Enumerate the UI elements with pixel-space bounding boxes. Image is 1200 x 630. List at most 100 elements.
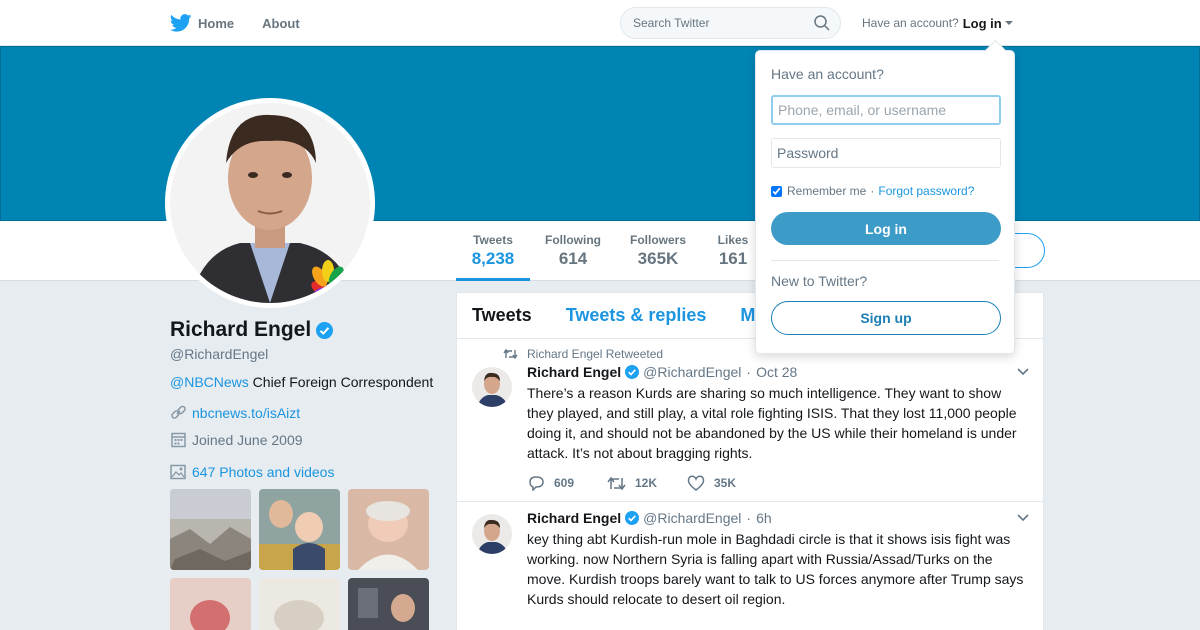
profile-name-row: Richard Engel [170, 318, 440, 342]
password-field[interactable] [771, 138, 1001, 168]
retweet-button[interactable]: 12K [607, 475, 687, 491]
stat-likes[interactable]: Likes 161 [710, 221, 756, 281]
reply-button[interactable]: 609 [527, 475, 607, 491]
stat-value: 8,238 [471, 249, 515, 268]
profile-avatar[interactable] [165, 98, 375, 308]
profile-bio: @NBCNews Chief Foreign Correspondent [170, 372, 440, 392]
profile-joined-row: Joined June 2009 [170, 431, 440, 448]
login-button[interactable]: Log in [771, 212, 1001, 245]
joined-date: Joined June 2009 [192, 431, 303, 448]
stat-value: 365K [637, 249, 679, 268]
avatar-image [170, 103, 370, 303]
photos-videos-link[interactable]: 647 Photos and videos [170, 464, 440, 480]
verified-badge-icon [316, 321, 334, 339]
retweet-icon [503, 348, 518, 360]
top-navigation-bar: Home About Have an account? Log in [0, 0, 1200, 46]
media-thumbnail[interactable] [259, 489, 340, 570]
tweet-actions: 609 12K 35K [527, 475, 1025, 491]
remember-me-label: Remember me [787, 184, 867, 198]
stat-label: Tweets [473, 233, 513, 247]
tweet-author-name[interactable]: Richard Engel [527, 364, 621, 380]
media-thumbnail[interactable] [170, 578, 251, 630]
chevron-down-icon[interactable] [1017, 368, 1029, 376]
tweet-timestamp[interactable]: Oct 28 [756, 364, 797, 380]
media-thumbnail[interactable] [348, 489, 429, 570]
media-thumbnail[interactable] [348, 578, 429, 630]
signup-button[interactable]: Sign up [771, 301, 1001, 335]
username-field[interactable] [771, 95, 1001, 125]
verified-badge-icon [625, 511, 640, 525]
profile-url-link[interactable]: nbcnews.to/isAizt [192, 405, 300, 421]
profile-name: Richard Engel [170, 318, 312, 341]
stat-followers[interactable]: Followers 365K [622, 221, 694, 281]
tweet-timestamp[interactable]: 6h [756, 510, 772, 526]
separator-dot: · [870, 184, 875, 198]
tweet-header: Richard Engel @RichardEngel · Oct 28 [527, 364, 1029, 380]
tweet-author-handle[interactable]: @RichardEngel [643, 510, 741, 526]
stat-following[interactable]: Following 614 [537, 221, 609, 281]
tab-tweets[interactable]: Tweets [472, 305, 532, 326]
nav-left: Home About [170, 0, 328, 46]
twitter-bird-icon [170, 14, 192, 32]
stat-label: Likes [717, 233, 749, 247]
login-dropdown-toggle[interactable]: Log in [963, 16, 1013, 31]
remember-me-checkbox[interactable] [771, 185, 782, 197]
new-to-twitter-text: New to Twitter? [771, 273, 868, 289]
stat-label: Followers [629, 233, 686, 247]
retweet-label: Richard Engel Retweeted [527, 347, 664, 361]
account-area: Have an account? Log in [862, 0, 1013, 46]
reply-icon [529, 476, 544, 491]
have-account-text: Have an account? [862, 16, 959, 30]
tweet-avatar[interactable] [472, 367, 512, 407]
bio-text: Chief Foreign Correspondent [248, 374, 434, 390]
heart-icon [687, 475, 705, 491]
media-thumbnail[interactable] [259, 578, 340, 630]
stat-value: 614 [558, 249, 588, 268]
forgot-password-link[interactable]: Forgot password? [878, 184, 974, 198]
tweet-text: There’s a reason Kurds are sharing so mu… [527, 385, 1017, 461]
remember-row: Remember me · Forgot password? [771, 184, 999, 198]
photos-videos-label: 647 Photos and videos [192, 464, 335, 480]
search-icon[interactable] [814, 15, 830, 31]
profile-handle: @RichardEngel [170, 346, 269, 362]
reply-count: 609 [554, 476, 575, 490]
tweet[interactable]: Richard Engel Retweeted Richard Engel @R… [457, 339, 1043, 502]
stat-value: 161 [718, 249, 748, 268]
tab-tweets-and-replies[interactable]: Tweets & replies [566, 305, 707, 326]
search-input[interactable] [621, 8, 801, 38]
login-dropdown-heading: Have an account? [771, 66, 884, 82]
separator-dot: · [746, 510, 752, 526]
photo-icon [170, 464, 186, 480]
bio-mention-link[interactable]: @NBCNews [170, 374, 249, 390]
login-dropdown: Have an account? Remember me · Forgot pa… [755, 50, 1015, 354]
like-button[interactable]: 35K [687, 475, 767, 491]
link-icon [171, 405, 186, 419]
home-link-label: Home [198, 15, 235, 31]
search-box[interactable] [620, 7, 841, 39]
tab-media[interactable]: M [740, 305, 755, 326]
media-thumbnail[interactable] [170, 489, 251, 570]
tweet-avatar[interactable] [472, 514, 512, 554]
tweet-header: Richard Engel @RichardEngel · 6h [527, 510, 1029, 526]
calendar-icon [171, 432, 186, 448]
media-grid [170, 489, 440, 630]
retweet-count: 12K [635, 476, 658, 490]
login-toggle-label: Log in [962, 15, 1002, 31]
profile-sidebar: Richard Engel @RichardEngel @NBCNews Chi… [170, 318, 440, 630]
tweet-author-handle[interactable]: @RichardEngel [643, 364, 741, 380]
separator-dot: · [746, 364, 752, 380]
like-count: 35K [714, 476, 737, 490]
chevron-down-icon[interactable] [1017, 514, 1029, 522]
profile-url-row: nbcnews.to/isAizt [170, 404, 440, 421]
tweet-text: key thing abt Kurdish-run mole in Baghda… [527, 531, 1024, 607]
chevron-down-icon [1004, 21, 1013, 25]
retweet-icon [607, 476, 626, 490]
stat-label: Following [545, 233, 601, 247]
home-link[interactable]: Home [170, 14, 234, 32]
stat-tweets[interactable]: Tweets 8,238 [456, 221, 530, 281]
tweet[interactable]: Richard Engel @RichardEngel · 6h key thi… [457, 502, 1043, 619]
divider [771, 260, 999, 261]
verified-badge-icon [625, 365, 640, 379]
tweet-author-name[interactable]: Richard Engel [527, 510, 621, 526]
about-link[interactable]: About [262, 16, 300, 31]
